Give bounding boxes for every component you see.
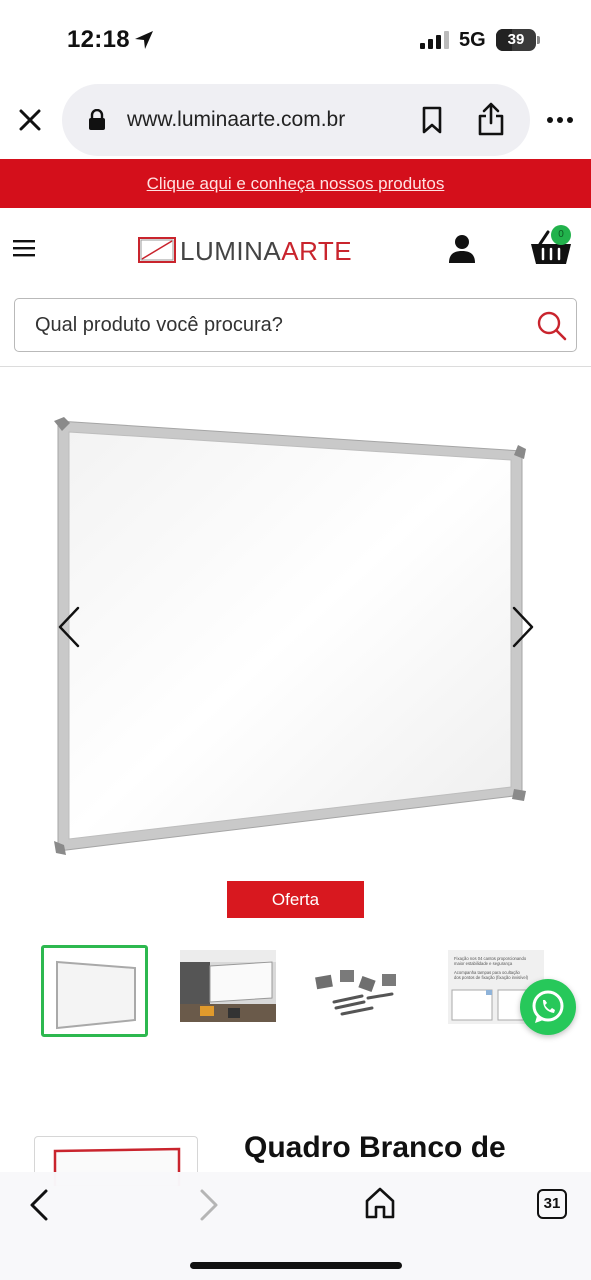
logo-text-accent: ARTE (281, 236, 353, 266)
whatsapp-icon (532, 990, 564, 1023)
home-icon[interactable] (364, 1186, 396, 1220)
thumb-office-room[interactable] (180, 950, 276, 1022)
promo-banner: Clique aqui e conheça nossos produtos (0, 159, 591, 208)
lock-icon (89, 109, 105, 130)
search-input[interactable] (35, 299, 515, 351)
bookmark-icon[interactable] (420, 106, 444, 134)
search-box (14, 298, 577, 352)
thumb-whiteboard-image (56, 960, 136, 1030)
url-text[interactable]: www.luminaarte.com.br (127, 108, 345, 132)
offer-badge: Oferta (227, 881, 364, 918)
thumb-mounting-kit-image (315, 970, 396, 1016)
promo-link[interactable]: Clique aqui e conheça nossos produtos (147, 159, 445, 208)
location-arrow-icon (135, 31, 153, 49)
gallery-prev-arrow-icon[interactable] (54, 604, 84, 650)
thumb-mounting-kit[interactable] (312, 962, 402, 1030)
logo-text: LUMINAARTE (180, 236, 352, 267)
home-indicator (190, 1262, 402, 1269)
gallery-next-arrow-icon[interactable] (508, 604, 538, 650)
thumb-detail-line-2: maior estabilidade e segurança (454, 961, 513, 966)
site-header: LUMINAARTE 0 (0, 208, 591, 294)
close-icon[interactable] (14, 104, 46, 136)
share-icon[interactable] (476, 102, 506, 136)
cart-badge: 0 (551, 225, 571, 245)
logo-mark-icon (138, 237, 176, 263)
thumb-office-room-image (180, 950, 276, 1022)
thumbnail-strip: Fixação nos 04 cantos proporcionando mai… (0, 944, 591, 1040)
whatsapp-button[interactable] (520, 979, 576, 1035)
network-type: 5G (459, 29, 486, 51)
thumb-whiteboard[interactable] (41, 945, 148, 1037)
battery-level: 39 (507, 31, 525, 48)
status-bar: 12:18 5G 39 (0, 0, 591, 80)
forward-icon[interactable] (196, 1188, 222, 1222)
cellular-signal-icon (420, 31, 449, 49)
menu-icon[interactable] (13, 239, 35, 257)
logo-text-main: LUMINA (180, 236, 282, 266)
status-time: 12:18 (67, 26, 130, 53)
tabs-icon[interactable]: 31 (537, 1189, 567, 1219)
battery-body: 39 (496, 29, 536, 51)
whiteboard-image (54, 417, 526, 855)
product-title: Quadro Branco de (244, 1131, 506, 1164)
back-icon[interactable] (26, 1188, 52, 1222)
browser-url-row: www.luminaarte.com.br (0, 82, 591, 158)
search-icon[interactable] (536, 310, 568, 342)
more-icon[interactable] (546, 116, 574, 124)
battery-tip (537, 36, 540, 44)
thumb-detail-line-4: dos pontos de fixação (fixação invisível… (454, 975, 529, 980)
battery-indicator: 39 (496, 29, 540, 51)
user-icon[interactable] (448, 234, 476, 264)
